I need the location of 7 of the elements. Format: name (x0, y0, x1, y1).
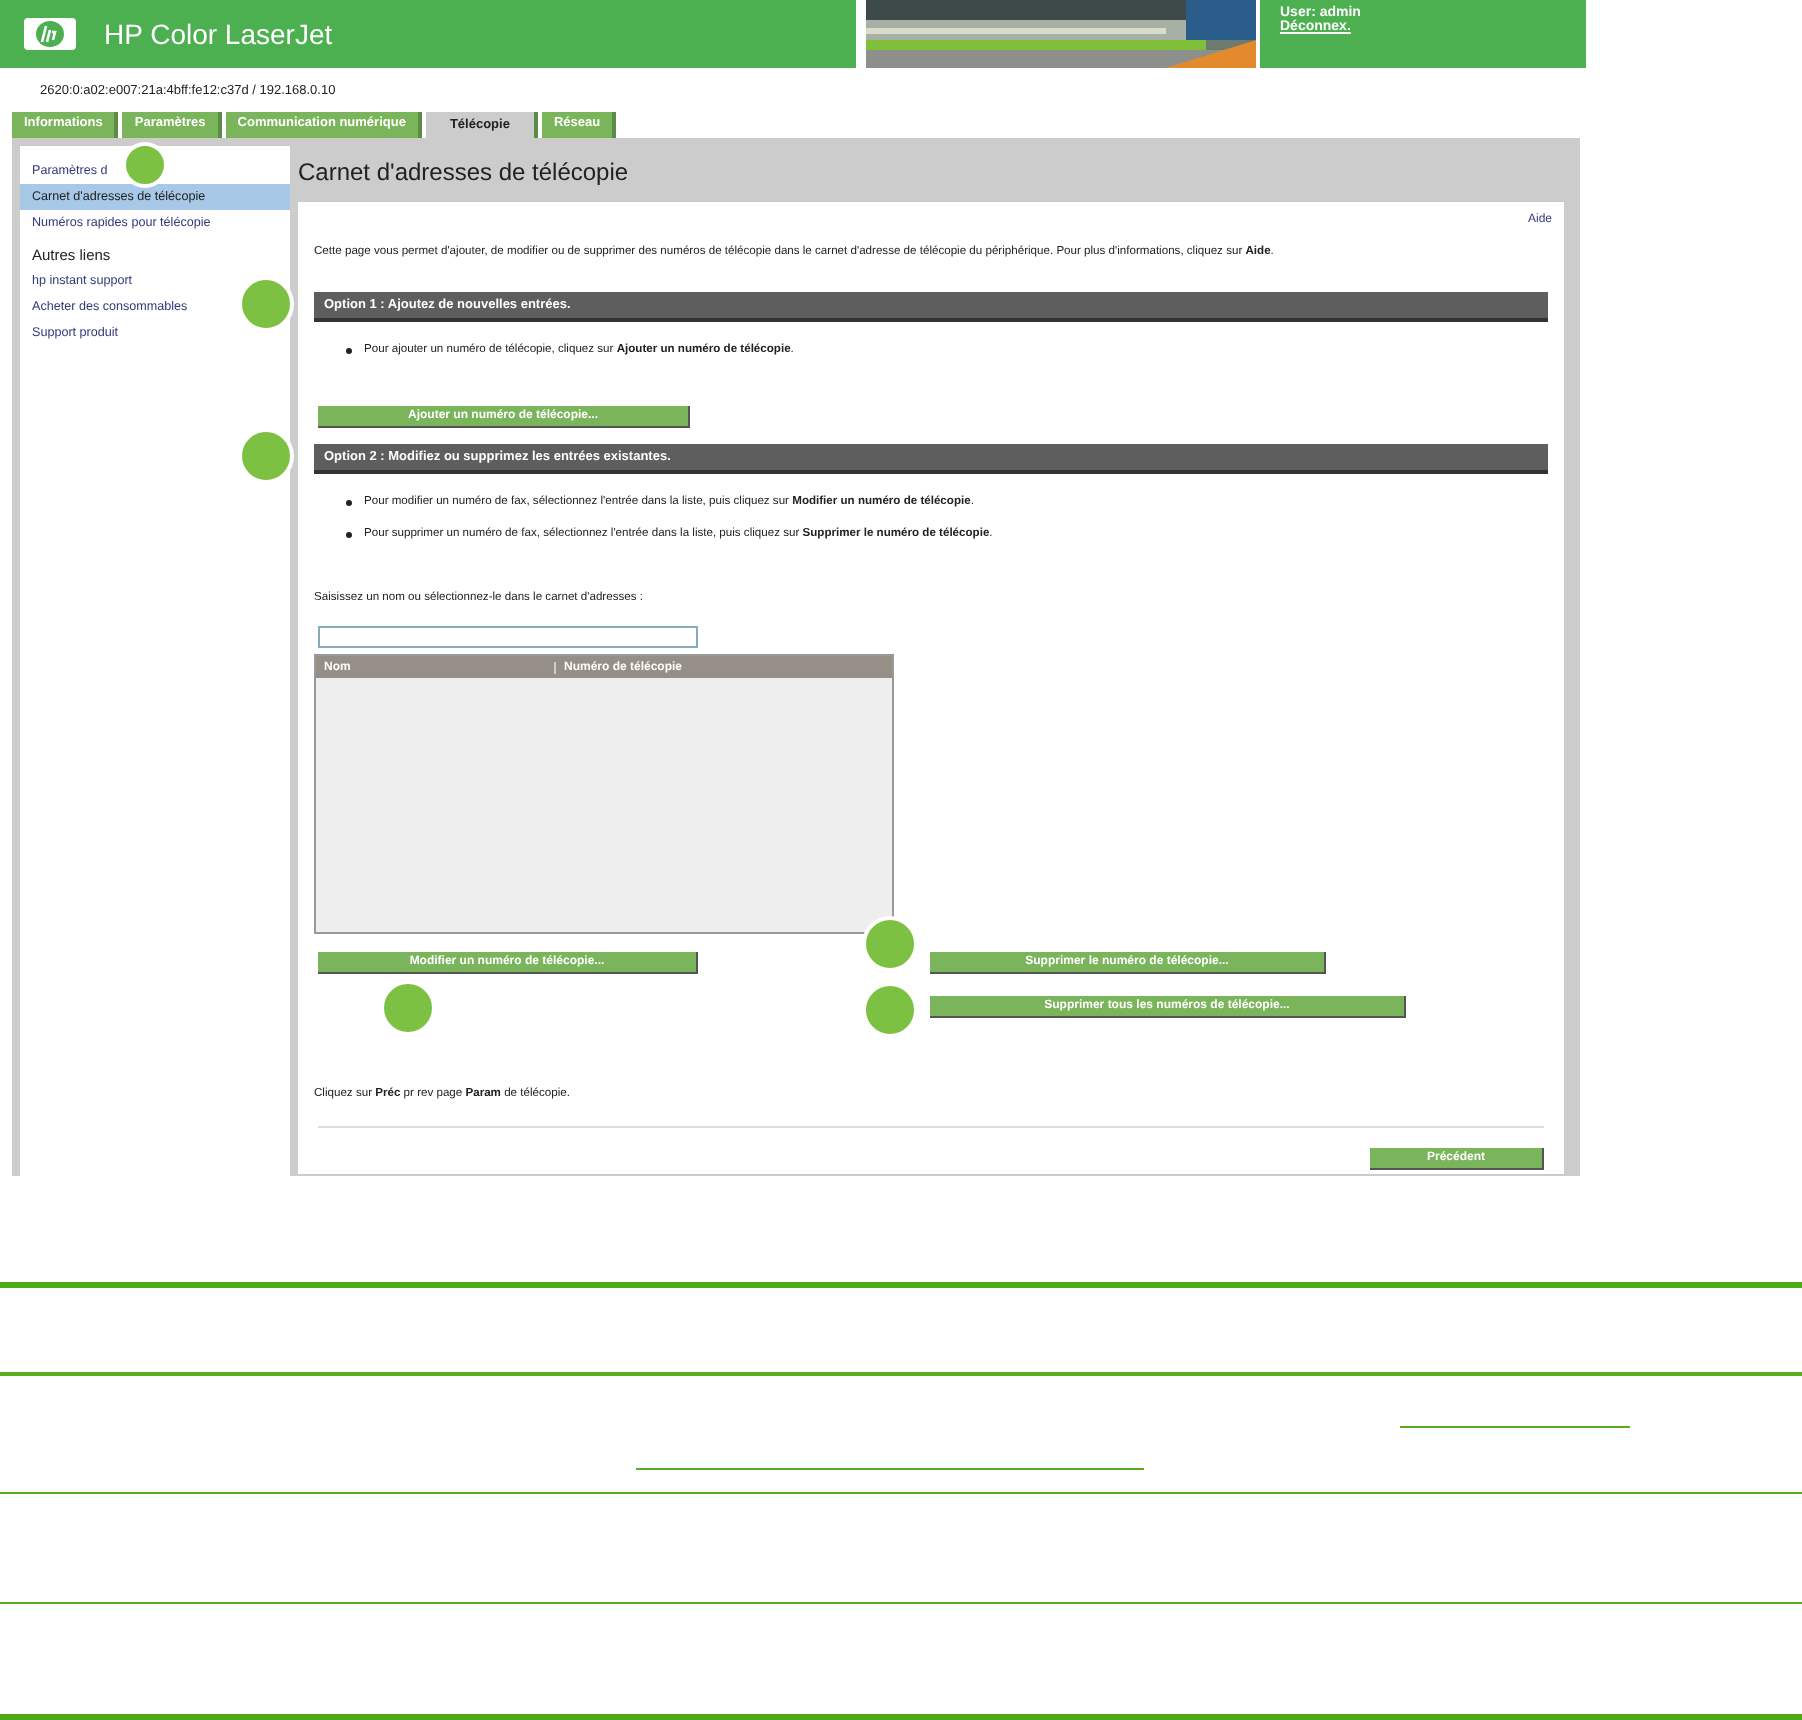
product-title: HP Color LaserJet (104, 18, 333, 50)
logo-icon (24, 18, 76, 50)
bullet-icon (346, 500, 352, 506)
bullet-icon (346, 532, 352, 538)
bullet-icon (346, 348, 352, 354)
page-title: Carnet d'adresses de télécopie (298, 156, 631, 190)
search-field[interactable] (318, 626, 698, 648)
